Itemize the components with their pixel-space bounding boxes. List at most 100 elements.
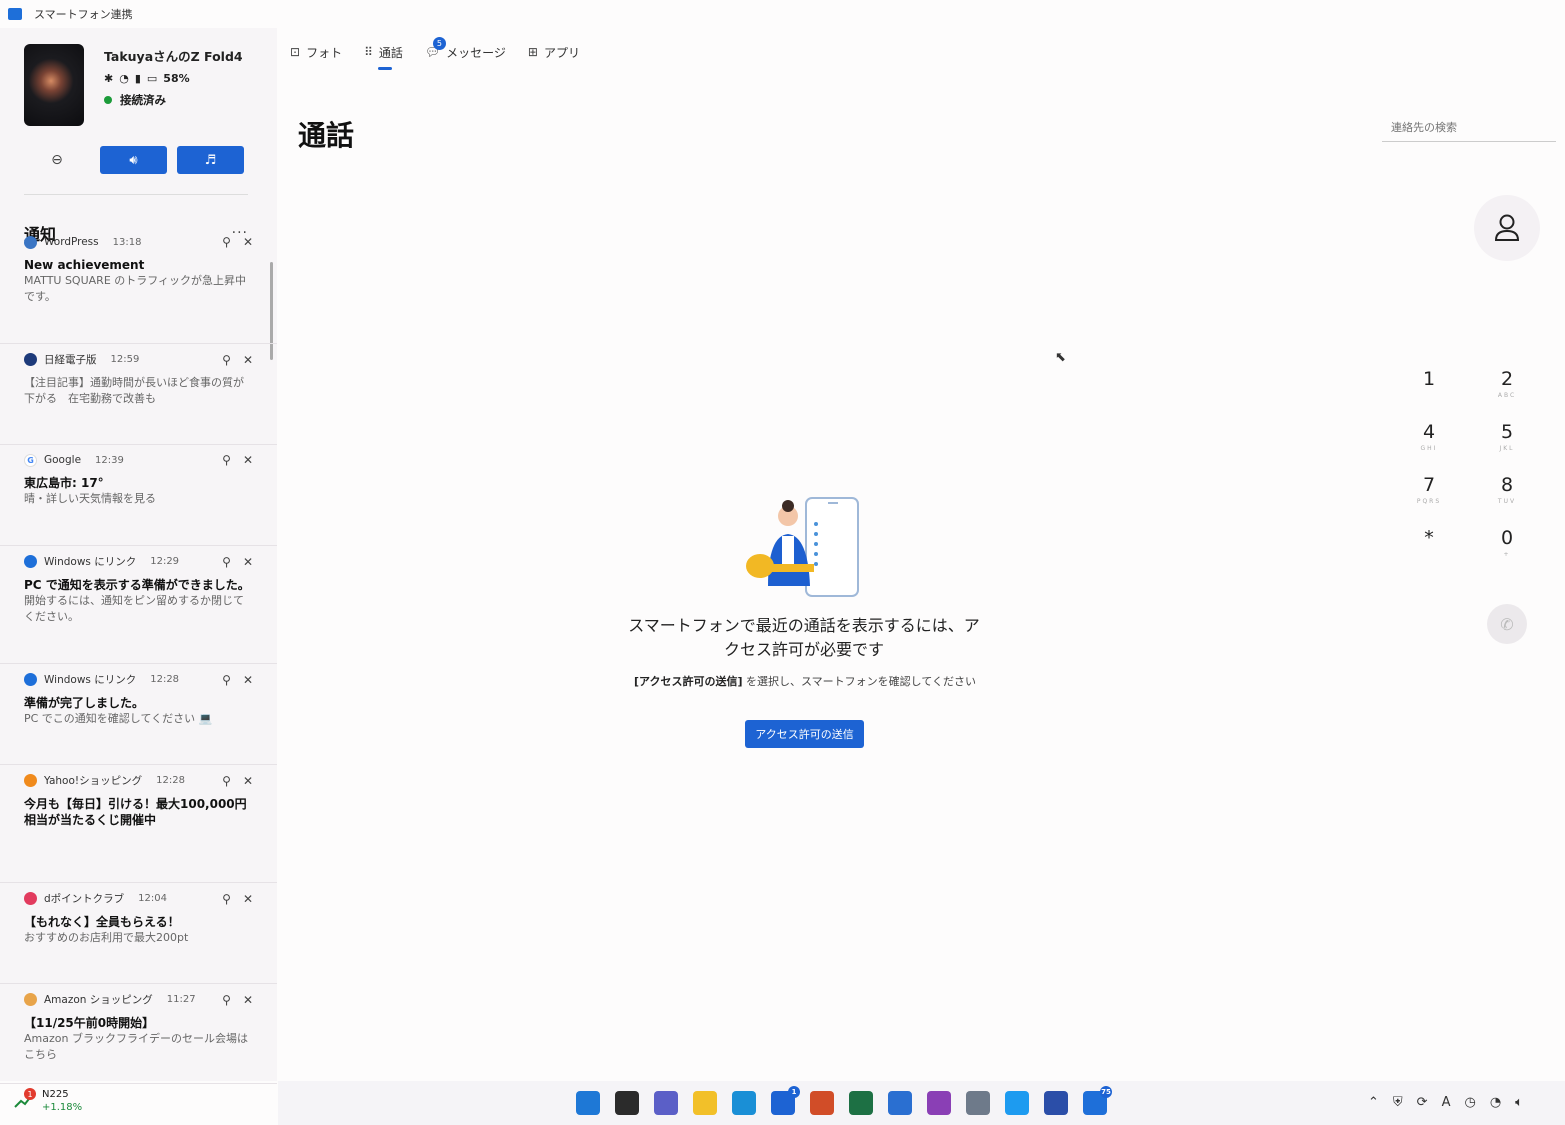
connection-label: 接続済み <box>120 93 166 107</box>
close-icon[interactable]: ✕ <box>243 353 253 367</box>
dialpad-digit: 5 <box>1500 421 1514 443</box>
pin-icon[interactable]: ⚲ <box>222 235 231 249</box>
taskbar-explorer-icon[interactable] <box>693 1091 717 1115</box>
notification-card[interactable]: WordPress 13:18 ⚲ ✕ New achievement MATTU SQU… <box>0 227 277 344</box>
taskbar-chat-icon[interactable] <box>654 1091 678 1115</box>
taskbar-edge-icon[interactable] <box>732 1091 756 1115</box>
title-bar: スマートフォン連携 <box>0 0 1565 28</box>
stock-name: N225 <box>42 1089 69 1100</box>
notification-app: Windows にリンク <box>44 556 137 568</box>
tab-label: フォト <box>306 45 343 60</box>
pin-icon[interactable]: ⚲ <box>222 892 231 906</box>
tab-photos[interactable]: ⊡ フォト <box>290 42 342 62</box>
notification-card[interactable]: Amazon ショッピング 11:27 ⚲ ✕ 【11/25午前0時開始】 Amazon … <box>0 984 277 1084</box>
photo-icon: ⊡ <box>290 45 301 59</box>
taskbar-firefox-icon[interactable] <box>888 1091 912 1115</box>
dialpad-key[interactable]: 2 ABC <box>1468 368 1546 413</box>
contacts-button[interactable] <box>1474 195 1540 261</box>
audio-button[interactable]: 🔊︎ <box>100 146 167 174</box>
notification-time: 12:28 <box>150 674 180 685</box>
close-icon[interactable]: ✕ <box>243 993 253 1007</box>
pin-icon[interactable]: ⚲ <box>222 673 231 687</box>
taskbar-start-icon[interactable] <box>576 1091 600 1115</box>
contact-search-input[interactable] <box>1382 114 1556 142</box>
tab-calls[interactable]: ⠿ 通話 <box>364 42 403 70</box>
stock-badge: 1 <box>24 1088 36 1100</box>
dialpad-key[interactable]: 7 PQRS <box>1390 474 1468 519</box>
notification-card[interactable]: G Google 12:39 ⚲ ✕ 東広島市: 17° 晴・詳しい天気情報を見る <box>0 445 277 546</box>
pin-icon[interactable]: ⚲ <box>222 453 231 467</box>
device-name: TakuyaさんのZ Fold4 <box>104 49 243 64</box>
chevron-up-icon[interactable]: ⌃ <box>1368 1095 1379 1110</box>
notification-card[interactable]: Yahoo!ショッピング 12:28 ⚲ ✕ 今月も【毎日】引ける！最大100,000円… <box>0 765 277 883</box>
dialpad-icon: ⠿ <box>364 45 373 59</box>
tab-apps[interactable]: ⊞ アプリ <box>528 42 580 62</box>
dialpad-key[interactable]: * <box>1390 527 1468 572</box>
notification-title: 【もれなく】全員もらえる！ <box>24 915 180 929</box>
pin-icon[interactable]: ⚲ <box>222 993 231 1007</box>
notification-body: 【注目記事】通勤時間が長いほど食事の質が下がる 在宅勤務で改善も <box>24 376 244 405</box>
volume-icon[interactable]: 🔈︎ <box>1515 1095 1523 1110</box>
notification-card[interactable]: 日経電子版 12:59 ⚲ ✕ 【注目記事】通勤時間が長いほど食事の質が下がる 在宅勤務… <box>0 344 277 445</box>
device-controls: ⊖ 🔊︎ ♬ <box>24 146 244 174</box>
close-icon[interactable]: ✕ <box>243 235 253 249</box>
send-permission-button[interactable]: アクセス許可の送信 <box>745 720 864 748</box>
person-icon <box>1494 214 1520 241</box>
security-icon[interactable]: ⛨ <box>1393 1095 1403 1110</box>
taskbar-snipping-icon[interactable] <box>966 1091 990 1115</box>
close-icon[interactable]: ✕ <box>243 555 253 569</box>
close-icon[interactable]: ✕ <box>243 673 253 687</box>
apps-icon: ⊞ <box>527 45 538 59</box>
wifi-icon[interactable]: ◔ <box>1490 1095 1501 1110</box>
music-button[interactable]: ♬ <box>177 146 244 174</box>
phone-image[interactable] <box>24 44 84 126</box>
taskbar-powerpoint-icon[interactable] <box>810 1091 834 1115</box>
sync-icon[interactable]: ⟳ <box>1417 1095 1428 1110</box>
dialpad-letters: + <box>1503 551 1511 558</box>
call-button[interactable]: ✆ <box>1487 604 1527 644</box>
connection-status: 接続済み <box>104 92 243 108</box>
taskbar-task-view-icon[interactable] <box>615 1091 639 1115</box>
window-title: スマートフォン連携 <box>34 8 133 21</box>
taskbar-phone-link-icon[interactable]: 75 <box>1083 1086 1112 1115</box>
dialpad-letters: ABC <box>1497 392 1517 399</box>
pin-icon[interactable]: ⚲ <box>222 774 231 788</box>
dialpad-letters: GHI <box>1420 445 1438 452</box>
close-icon[interactable]: ✕ <box>243 774 253 788</box>
empty-state-subtitle: [アクセス許可の送信] を選択し、スマートフォンを確認してください <box>600 673 1010 689</box>
taskbar-onenote-icon[interactable] <box>927 1091 951 1115</box>
notification-card[interactable]: Windows にリンク 12:28 ⚲ ✕ 準備が完了しました。 PC でこの通知を確認… <box>0 664 277 765</box>
clock-icon[interactable]: ◷ <box>1464 1095 1475 1110</box>
dialpad-key[interactable]: 4 GHI <box>1390 421 1468 466</box>
tab-bar: ⊡ フォト ⠿ 通話 💬︎ 5 メッセージ ⊞ アプリ <box>290 37 602 70</box>
taskbar-store-icon[interactable]: 1 <box>771 1086 800 1115</box>
tab-label: 通話 <box>378 45 403 60</box>
pin-icon[interactable]: ⚲ <box>222 353 231 367</box>
ime-icon[interactable]: A <box>1442 1095 1451 1110</box>
taskbar-twitter-icon[interactable] <box>1005 1091 1029 1115</box>
notification-time: 11:27 <box>166 994 196 1005</box>
taskbar-badge: 1 <box>788 1086 800 1098</box>
wordpress-icon <box>24 235 37 249</box>
taskbar-excel-icon[interactable] <box>849 1091 873 1115</box>
taskbar-apps: 1 75 <box>576 1086 1112 1115</box>
notification-app: Windows にリンク <box>44 674 137 686</box>
nikkei-icon <box>24 353 37 366</box>
dialpad-key[interactable]: 8 TUV <box>1468 474 1546 519</box>
close-icon[interactable]: ✕ <box>243 453 253 467</box>
tab-messages[interactable]: 💬︎ 5 メッセージ <box>425 37 506 62</box>
pin-icon[interactable]: ⚲ <box>222 555 231 569</box>
phone-icon: ✆ <box>1500 614 1514 634</box>
notification-card[interactable]: dポイントクラブ 12:04 ⚲ ✕ 【もれなく】全員もらえる！ おすすめのお店利用で最大… <box>0 883 277 984</box>
stock-widget[interactable]: 1 N225 +1.18% <box>14 1088 82 1114</box>
close-icon[interactable]: ✕ <box>243 892 253 906</box>
notification-body: Amazon ブラックフライデーのセール会場はこちら <box>24 1032 248 1061</box>
dialpad-digit: 2 <box>1500 368 1514 390</box>
dialpad-key[interactable]: 1 <box>1390 368 1468 413</box>
dialpad-key[interactable]: 5 JKL <box>1468 421 1546 466</box>
taskbar-app-blue-icon[interactable] <box>1044 1091 1068 1115</box>
dialpad-key[interactable]: 0 + <box>1468 527 1546 572</box>
notification-card[interactable]: Windows にリンク 12:29 ⚲ ✕ PC で通知を表示する準備ができました。開… <box>0 546 277 664</box>
notification-app: Amazon ショッピング <box>44 994 153 1006</box>
do-not-disturb-button[interactable]: ⊖ <box>24 146 90 174</box>
